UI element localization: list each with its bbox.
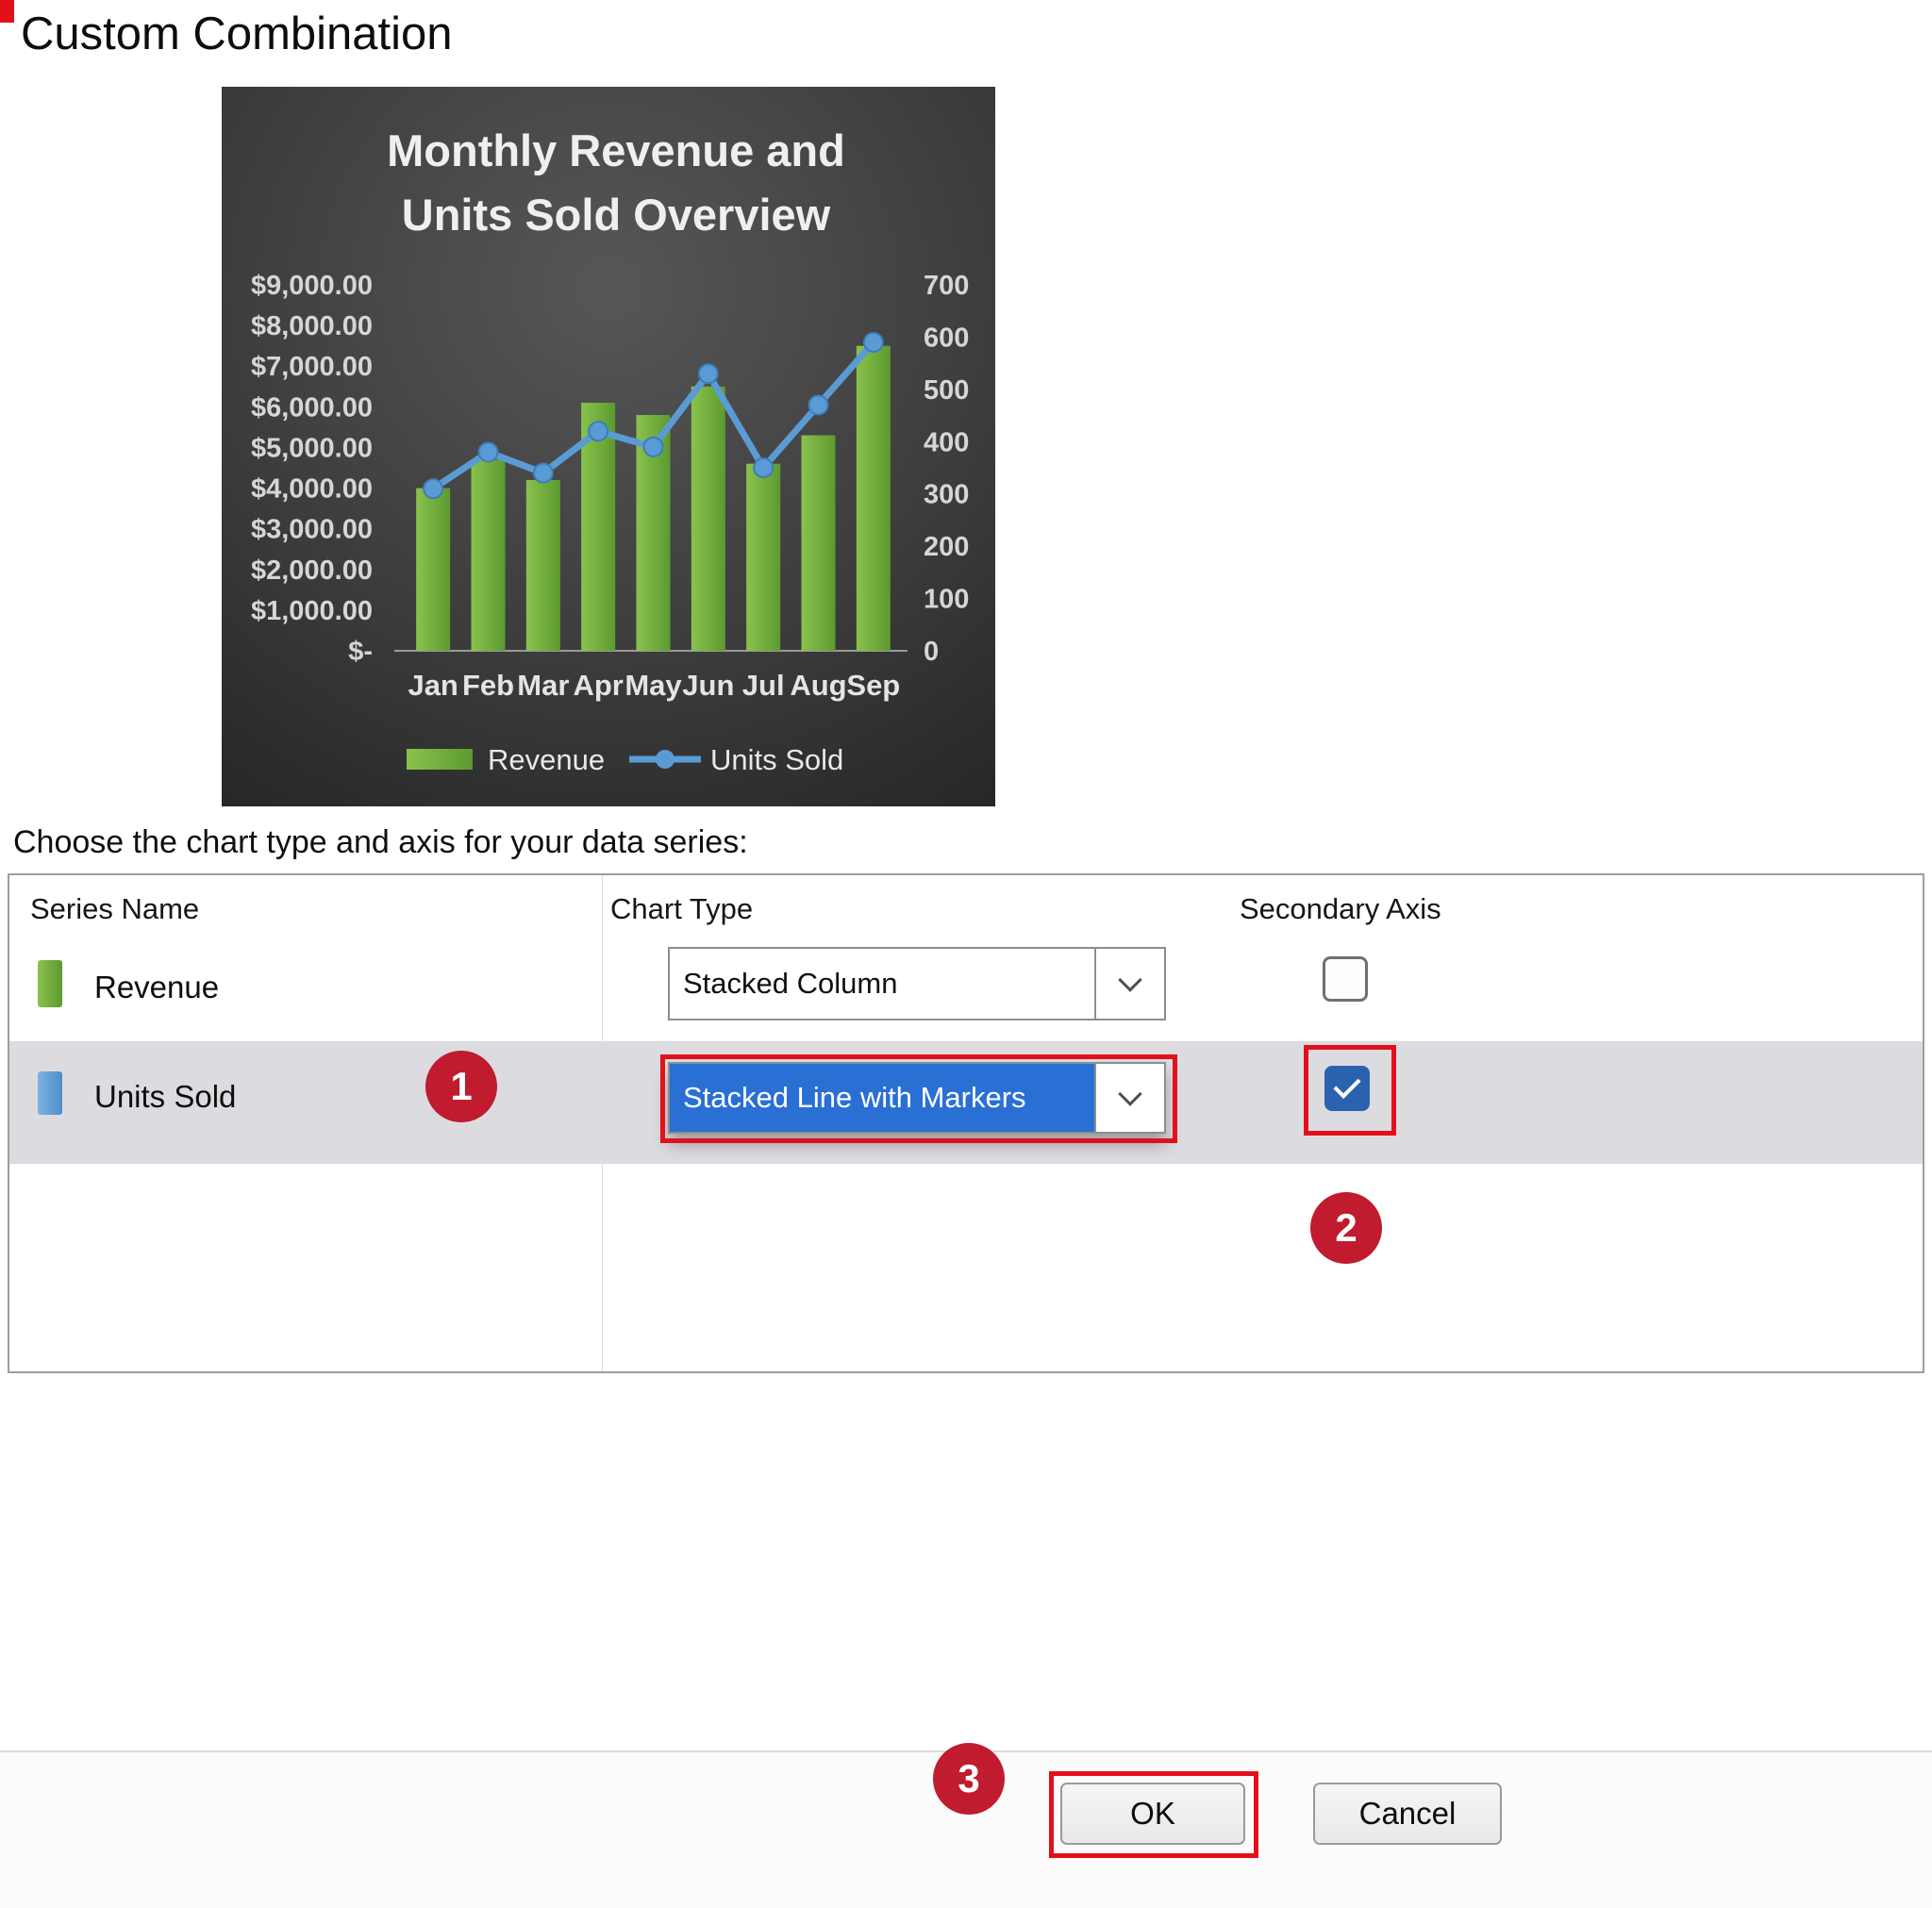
svg-text:300: 300 — [924, 480, 969, 510]
dialog-title: Custom Combination — [21, 8, 453, 60]
header-secondary-axis: Secondary Axis — [1240, 892, 1441, 926]
svg-text:$5,000.00: $5,000.00 — [251, 433, 373, 463]
svg-text:$9,000.00: $9,000.00 — [251, 271, 373, 301]
revenue-series-label: Revenue — [94, 970, 219, 1005]
revenue-chart-type-dropdown-button[interactable] — [1094, 949, 1164, 1019]
units-sold-series-label: Units Sold — [94, 1079, 236, 1115]
red-corner-artifact — [0, 0, 14, 23]
svg-text:600: 600 — [924, 323, 969, 353]
svg-text:400: 400 — [924, 427, 969, 457]
units-sold-chart-type-dropdown-button[interactable] — [1094, 1064, 1164, 1132]
cancel-button[interactable]: Cancel — [1313, 1783, 1502, 1845]
svg-text:$4,000.00: $4,000.00 — [251, 474, 373, 505]
chevron-down-icon — [1118, 1082, 1141, 1105]
svg-text:200: 200 — [924, 532, 969, 562]
instruction-text: Choose the chart type and axis for your … — [13, 824, 748, 861]
svg-text:$1,000.00: $1,000.00 — [251, 596, 373, 626]
revenue-chart-type-dropdown[interactable]: Stacked Column — [668, 947, 1166, 1020]
header-chart-type: Chart Type — [610, 892, 753, 926]
svg-text:Revenue: Revenue — [488, 743, 605, 776]
svg-text:$-: $- — [348, 637, 373, 667]
svg-text:Apr: Apr — [573, 669, 623, 702]
units-sold-secondary-axis-checkbox[interactable] — [1324, 1066, 1370, 1111]
svg-text:500: 500 — [924, 375, 969, 406]
svg-text:700: 700 — [924, 271, 969, 301]
annotation-step-2: 2 — [1310, 1192, 1382, 1264]
units-sold-chart-type-value: Stacked Line with Markers — [670, 1064, 1094, 1132]
units-sold-chart-type-dropdown[interactable]: Stacked Line with Markers — [668, 1062, 1166, 1134]
chevron-down-icon — [1118, 968, 1141, 991]
chart-preview: Monthly Revenue and Units Sold Overview $9… — [222, 87, 995, 806]
revenue-secondary-axis-checkbox[interactable] — [1323, 956, 1368, 1002]
header-series-name: Series Name — [30, 892, 199, 926]
svg-text:Units Sold: Units Sold — [710, 743, 843, 776]
svg-text:Sep: Sep — [846, 669, 900, 702]
revenue-series-swatch — [38, 960, 62, 1007]
svg-text:Aug: Aug — [790, 669, 846, 702]
svg-text:$6,000.00: $6,000.00 — [251, 392, 373, 423]
svg-text:Monthly Revenue and: Monthly Revenue and — [387, 125, 845, 175]
svg-text:$7,000.00: $7,000.00 — [251, 352, 373, 382]
svg-text:0: 0 — [924, 637, 939, 667]
svg-text:Jan: Jan — [408, 669, 458, 702]
annotation-step-3: 3 — [933, 1743, 1005, 1815]
svg-text:Units Sold Overview: Units Sold Overview — [402, 190, 831, 240]
svg-text:$3,000.00: $3,000.00 — [251, 515, 373, 545]
svg-text:$8,000.00: $8,000.00 — [251, 311, 373, 341]
checkmark-icon — [1334, 1071, 1361, 1099]
ok-button[interactable]: OK — [1060, 1783, 1245, 1845]
revenue-chart-type-value: Stacked Column — [670, 949, 1094, 1019]
svg-text:$2,000.00: $2,000.00 — [251, 556, 373, 586]
svg-text:Jul: Jul — [742, 669, 785, 702]
units-sold-series-swatch — [38, 1071, 62, 1115]
custom-combination-dialog: Custom Combination Monthly Revenue and Un… — [0, 0, 1932, 1908]
svg-text:Feb: Feb — [462, 669, 514, 702]
svg-text:Mar: Mar — [517, 669, 569, 702]
series-table: Series Name Chart Type Secondary Axis Re… — [8, 873, 1924, 1373]
annotation-step-1: 1 — [425, 1051, 497, 1122]
svg-text:Jun: Jun — [682, 669, 734, 702]
svg-text:100: 100 — [924, 585, 969, 615]
svg-text:May: May — [625, 669, 682, 702]
combo-chart: Monthly Revenue and Units Sold Overview $9… — [222, 87, 995, 806]
